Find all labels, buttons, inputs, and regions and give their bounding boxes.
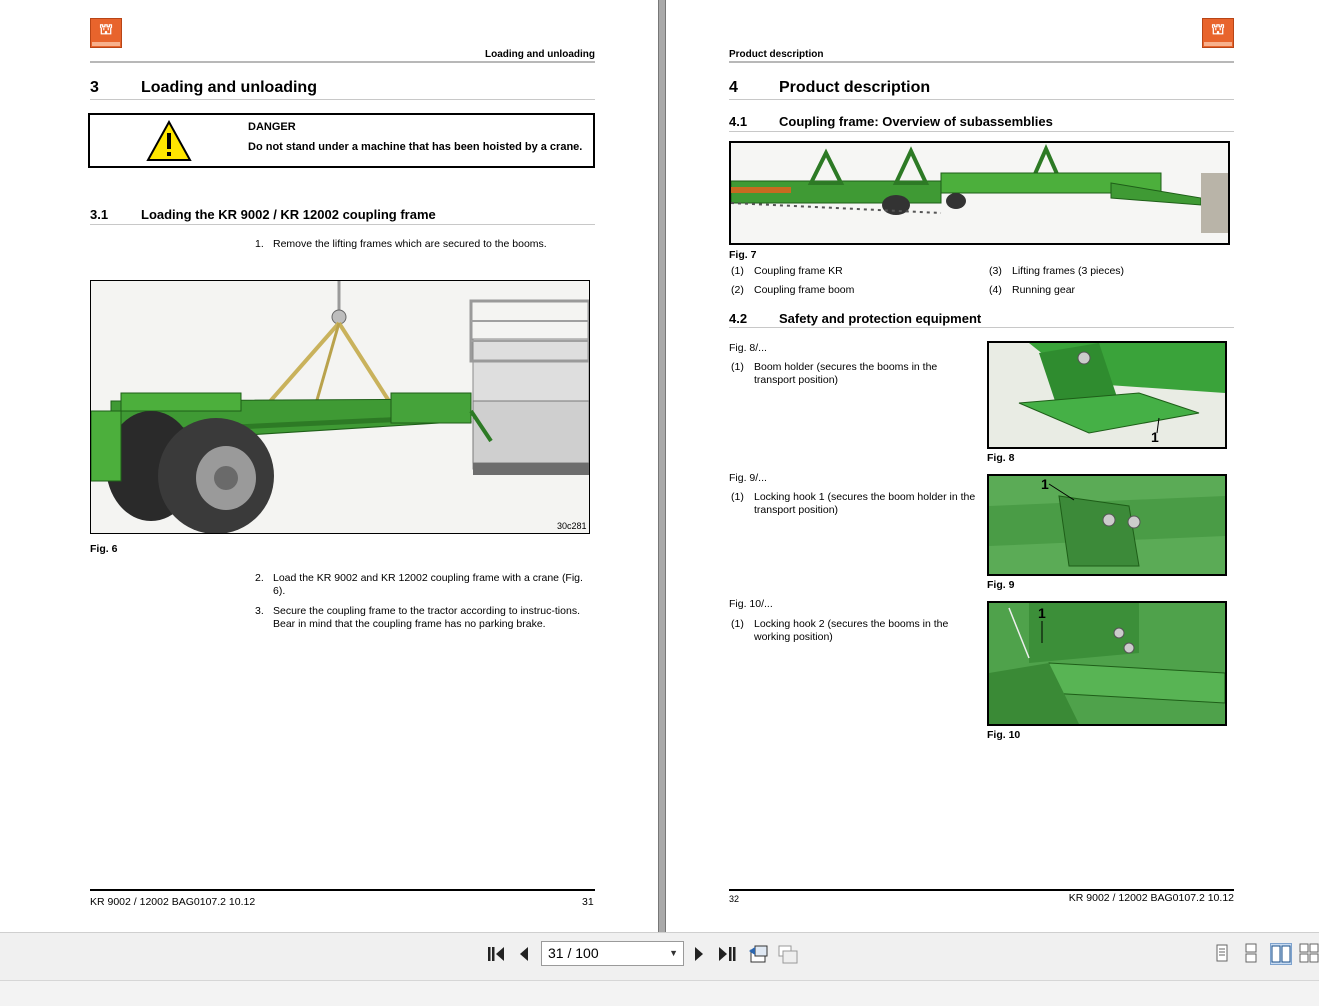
subsection-number: 4.1 bbox=[729, 114, 748, 129]
footer-page-number: 32 bbox=[729, 894, 740, 904]
crane-loading-photo: 30c281 bbox=[90, 280, 590, 534]
section-title: Product description bbox=[779, 79, 931, 96]
status-bar bbox=[0, 980, 1319, 1006]
document-page-right: ⛫ Product description 4 Product descript… bbox=[666, 0, 1319, 932]
legend-text: Lifting frames (3 pieces) bbox=[1012, 265, 1125, 277]
previous-page-icon[interactable] bbox=[513, 943, 535, 965]
two-page-view-icon[interactable] bbox=[1270, 943, 1292, 965]
page-number-selector[interactable]: 31 / 100 ▼ bbox=[541, 941, 684, 966]
danger-box: DANGER Do not stand under a machine that… bbox=[88, 113, 595, 168]
section-title: Loading and unloading bbox=[141, 79, 317, 96]
legend-number: (3) bbox=[989, 265, 1002, 277]
danger-label: DANGER bbox=[248, 121, 296, 133]
boom-holder-photo: 1 bbox=[987, 341, 1227, 449]
locking-hook-1-photo: 1 bbox=[987, 474, 1227, 576]
legend-text: Locking hook 2 (secures the booms in the… bbox=[754, 618, 949, 643]
continuous-view-icon[interactable] bbox=[1240, 943, 1262, 965]
footer-rule bbox=[729, 889, 1234, 891]
footer-doc-id: KR 9002 / 12002 BAG0107.2 10.12 bbox=[1068, 892, 1234, 904]
viewer-toolbar: 31 / 100 ▼ bbox=[0, 932, 1319, 980]
legend-number: (1) bbox=[731, 618, 744, 630]
legend-text: Coupling frame KR bbox=[754, 265, 843, 277]
next-page-icon[interactable] bbox=[688, 943, 710, 965]
legend-text: Coupling frame boom bbox=[754, 284, 855, 296]
chevron-down-icon[interactable]: ▼ bbox=[669, 942, 678, 965]
subsection-title: Loading the KR 9002 / KR 12002 coupling … bbox=[141, 207, 436, 222]
subsection-title: Coupling frame: Overview of subassemblie… bbox=[779, 114, 1053, 129]
subsection-number: 4.2 bbox=[729, 311, 748, 326]
section-rule bbox=[729, 99, 1234, 100]
document-page-left: ⛫ Loading and unloading 3 Loading and un… bbox=[0, 0, 658, 932]
figure-reference: Fig. 9/... bbox=[729, 472, 767, 484]
skip-to-last-icon[interactable] bbox=[716, 943, 738, 965]
step-number: 3. bbox=[255, 605, 264, 617]
locking-hook-2-image bbox=[989, 603, 1225, 724]
subsection-rule bbox=[729, 327, 1234, 328]
go-back-view-icon[interactable] bbox=[747, 943, 769, 965]
subsection-rule bbox=[90, 224, 595, 225]
footer-page-number: 31 bbox=[582, 896, 594, 908]
figure-reference: Fig. 8/... bbox=[729, 342, 767, 354]
footer-doc-id: KR 9002 / 12002 BAG0107.2 10.12 bbox=[90, 896, 256, 908]
locking-hook-2-photo: 1 bbox=[987, 601, 1227, 726]
legend-number: (1) bbox=[731, 265, 744, 277]
coupling-frame-overview-photo bbox=[729, 141, 1230, 245]
warning-triangle-icon bbox=[146, 120, 192, 161]
skip-to-first-icon[interactable] bbox=[485, 943, 507, 965]
amazone-logo: ⛫ bbox=[90, 18, 122, 48]
legend-text: Boom holder (secures the booms in the tr… bbox=[754, 361, 938, 386]
step-text: Secure the coupling frame to the tractor… bbox=[273, 605, 580, 630]
amazone-logo: ⛫ bbox=[1202, 18, 1234, 48]
coupling-frame-overview-image bbox=[731, 143, 1228, 243]
header-rule bbox=[90, 61, 595, 63]
coupling-frame-crane-image: 30c281 bbox=[91, 281, 589, 533]
step-text: Load the KR 9002 and KR 12002 coupling f… bbox=[273, 572, 583, 597]
locking-hook-1-image bbox=[989, 476, 1225, 574]
step-text: Remove the lifting frames which are secu… bbox=[273, 238, 547, 250]
header-rule bbox=[729, 61, 1234, 63]
figure-caption: Fig. 8 bbox=[987, 452, 1015, 464]
section-number: 4 bbox=[729, 79, 738, 96]
two-page-continuous-view-icon[interactable] bbox=[1298, 943, 1319, 965]
footer-rule bbox=[90, 889, 595, 891]
callout-number: 1 bbox=[1038, 605, 1046, 621]
running-head: Product description bbox=[729, 49, 824, 60]
section-rule bbox=[90, 99, 595, 100]
page-indicator: 31 / 100 bbox=[548, 945, 599, 961]
legend-number: (2) bbox=[731, 284, 744, 296]
figure-caption: Fig. 10 bbox=[987, 729, 1021, 741]
photo-code: 30c281 bbox=[557, 521, 587, 531]
callout-number: 1 bbox=[1151, 429, 1159, 445]
page-gutter bbox=[658, 0, 666, 932]
section-number: 3 bbox=[90, 79, 99, 96]
callout-number: 1 bbox=[1041, 476, 1049, 492]
figure-caption: Fig. 9 bbox=[987, 579, 1015, 591]
legend-number: (4) bbox=[989, 284, 1002, 296]
subsection-title: Safety and protection equipment bbox=[779, 311, 982, 326]
go-forward-view-icon[interactable] bbox=[777, 943, 799, 965]
figure-caption: Fig. 7 bbox=[729, 249, 757, 261]
subsection-number: 3.1 bbox=[90, 207, 109, 222]
subsection-rule bbox=[729, 131, 1234, 132]
legend-text: Running gear bbox=[1012, 284, 1076, 296]
danger-text: Do not stand under a machine that has be… bbox=[248, 141, 583, 153]
step-number: 2. bbox=[255, 572, 264, 584]
single-page-view-icon[interactable] bbox=[1211, 943, 1233, 965]
legend-number: (1) bbox=[731, 361, 744, 373]
legend-text: Locking hook 1 (secures the boom holder … bbox=[754, 491, 976, 516]
figure-reference: Fig. 10/... bbox=[729, 598, 773, 610]
figure-caption: Fig. 6 bbox=[90, 543, 118, 555]
legend-number: (1) bbox=[731, 491, 744, 503]
boom-holder-image bbox=[989, 343, 1225, 447]
running-head: Loading and unloading bbox=[485, 49, 595, 60]
step-number: 1. bbox=[255, 238, 264, 250]
